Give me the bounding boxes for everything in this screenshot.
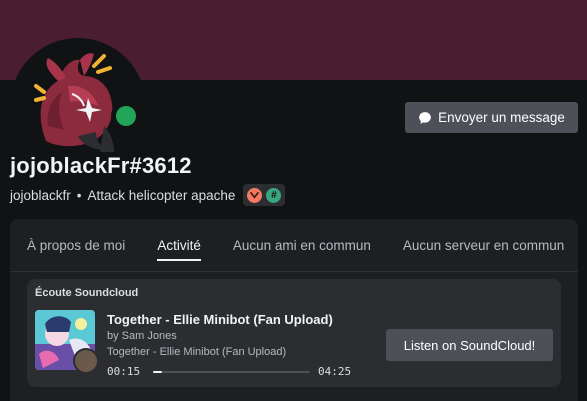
profile-tabs: À propos de moi Activité Aucun ami en co… bbox=[27, 219, 578, 271]
soundcloud-avatar-icon bbox=[75, 350, 97, 372]
tabs-divider bbox=[10, 271, 578, 272]
chevron-down-icon bbox=[250, 191, 260, 199]
heart-chevron-badge-icon[interactable] bbox=[247, 187, 263, 203]
total-time: 04:25 bbox=[318, 365, 352, 378]
handle: jojoblackfr bbox=[10, 187, 71, 203]
track-artist: by Sam Jones bbox=[107, 330, 177, 342]
track-title[interactable]: Together - Ellie Minibot (Fan Upload) bbox=[107, 312, 333, 327]
chat-bubble-icon bbox=[419, 111, 431, 124]
progress-bar bbox=[153, 371, 310, 373]
tab-mutual-servers[interactable]: Aucun serveur en commun bbox=[403, 219, 564, 271]
hashtag-badge-icon[interactable]: # bbox=[266, 187, 282, 203]
custom-status: Attack helicopter apache bbox=[87, 187, 236, 203]
elapsed-time: 00:15 bbox=[107, 365, 141, 378]
listen-on-soundcloud-button[interactable]: Listen on SoundCloud! bbox=[386, 329, 553, 361]
track-album: Together - Ellie Minibot (Fan Upload) bbox=[107, 346, 287, 358]
tab-mutual-friends[interactable]: Aucun ami en commun bbox=[233, 219, 371, 271]
profile-subline: jojoblackfr • Attack helicopter apache # bbox=[10, 184, 286, 206]
soundcloud-small-icon bbox=[73, 348, 99, 374]
separator-dot: • bbox=[76, 187, 82, 203]
badge-list: # bbox=[243, 184, 286, 206]
online-status-dot bbox=[116, 106, 136, 126]
profile-panel: À propos de moi Activité Aucun ami en co… bbox=[10, 219, 578, 401]
progress-bar-fill bbox=[153, 371, 162, 373]
send-message-button[interactable]: Envoyer un message bbox=[405, 102, 578, 133]
tab-about-me[interactable]: À propos de moi bbox=[27, 219, 125, 271]
username: jojoblackFr#3612 bbox=[10, 153, 192, 178]
activity-header: Écoute Soundcloud bbox=[35, 287, 139, 299]
status-indicator bbox=[111, 101, 141, 131]
tab-activity[interactable]: Activité bbox=[157, 219, 201, 271]
soundcloud-activity-card: Écoute Soundcloud Together - Ellie Minib… bbox=[27, 279, 561, 387]
send-message-label: Envoyer un message bbox=[438, 110, 565, 125]
